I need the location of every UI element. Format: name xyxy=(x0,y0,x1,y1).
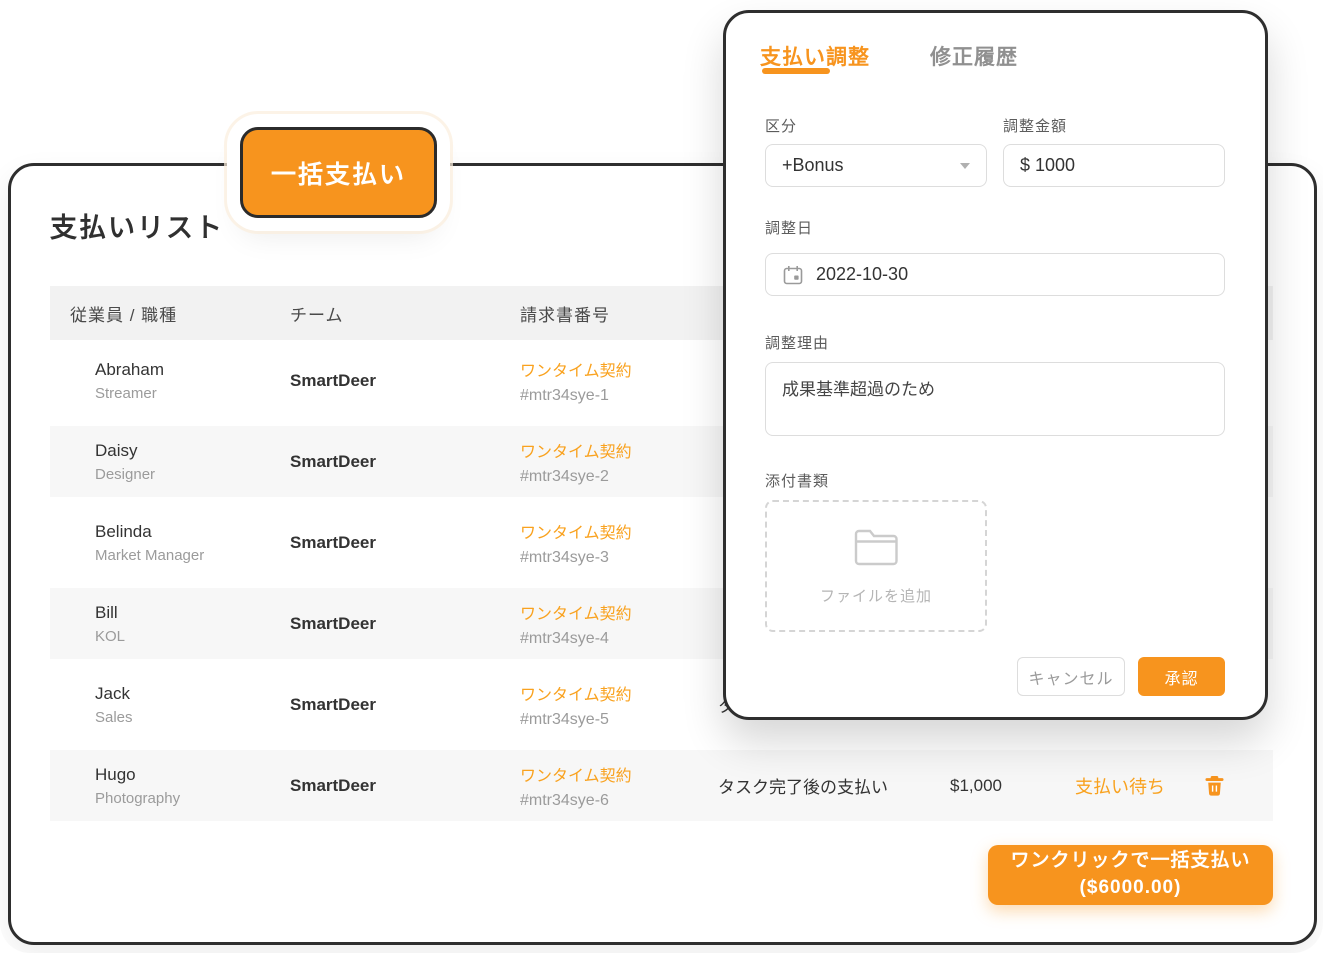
team-cell: SmartDeer xyxy=(290,452,520,472)
employee-role: Streamer xyxy=(95,385,290,402)
employee-name: Belinda xyxy=(95,522,290,542)
status-badge: 支払い待ち xyxy=(1075,773,1205,799)
employee-cell: Bill KOL xyxy=(70,603,290,645)
category-value: +Bonus xyxy=(782,155,844,176)
invoice-number: #mtr34sye-1 xyxy=(520,387,718,405)
employee-name: Daisy xyxy=(95,441,290,461)
contract-type: ワンタイム契約 xyxy=(520,681,718,705)
row-action xyxy=(1205,775,1273,796)
date-input[interactable]: 2022-10-30 xyxy=(765,253,1225,296)
employee-role: Market Manager xyxy=(95,547,290,564)
invoice-number: #mtr34sye-4 xyxy=(520,630,718,648)
contract-type: ワンタイム契約 xyxy=(520,357,718,381)
trash-icon[interactable] xyxy=(1205,775,1224,796)
pay-method-cell: タスク完了後の支払い xyxy=(718,773,950,798)
approve-button[interactable]: 承認 xyxy=(1138,657,1225,696)
team-cell: SmartDeer xyxy=(290,533,520,553)
employee-name: Bill xyxy=(95,603,290,623)
employee-cell: Daisy Designer xyxy=(70,441,290,483)
date-label: 調整日 xyxy=(765,217,813,238)
calendar-icon xyxy=(782,264,804,286)
date-value: 2022-10-30 xyxy=(816,264,908,285)
employee-cell: Belinda Market Manager xyxy=(70,522,290,564)
tab-payment-adjust[interactable]: 支払い調整 xyxy=(760,41,870,71)
cancel-button[interactable]: キャンセル xyxy=(1017,657,1125,696)
amount-value: $ 1000 xyxy=(1020,155,1075,176)
team-cell: SmartDeer xyxy=(290,614,520,634)
contract-type: ワンタイム契約 xyxy=(520,762,718,786)
batch-pay-button[interactable]: 一括支払い xyxy=(240,127,437,218)
payment-adjust-modal: 支払い調整 修正履歴 区分 調整金額 +Bonus $ 1000 調整日 202… xyxy=(723,10,1268,720)
contract-type: ワンタイム契約 xyxy=(520,600,718,624)
pay-all-button[interactable]: ワンクリックで一括支払い ($6000.00) xyxy=(988,845,1273,905)
employee-role: Sales xyxy=(95,709,290,726)
team-cell: SmartDeer xyxy=(290,371,520,391)
tab-revision-history[interactable]: 修正履歴 xyxy=(930,41,1018,71)
reason-value: 成果基準超過のため xyxy=(782,375,935,400)
chevron-down-icon xyxy=(960,163,970,169)
employee-role: KOL xyxy=(95,628,290,645)
pay-all-line2: ($6000.00) xyxy=(1080,875,1182,902)
batch-pay-label: 一括支払い xyxy=(271,155,406,191)
invoice-cell: ワンタイム契約 #mtr34sye-4 xyxy=(520,600,718,648)
employee-name: Abraham xyxy=(95,360,290,380)
invoice-number: #mtr34sye-5 xyxy=(520,711,718,729)
invoice-cell: ワンタイム契約 #mtr34sye-3 xyxy=(520,519,718,567)
reason-label: 調整理由 xyxy=(765,332,829,353)
col-team: チーム xyxy=(290,301,520,326)
employee-cell: Jack Sales xyxy=(70,684,290,726)
employee-cell: Abraham Streamer xyxy=(70,360,290,402)
reason-textarea[interactable]: 成果基準超過のため xyxy=(765,362,1225,436)
table-row: Hugo Photography SmartDeer ワンタイム契約 #mtr3… xyxy=(50,745,1273,826)
invoice-number: #mtr34sye-3 xyxy=(520,549,718,567)
page: 支払いリスト 従業員 / 職種 チーム 請求書番号 Abraham Stream… xyxy=(0,0,1323,953)
invoice-cell: ワンタイム契約 #mtr34sye-6 xyxy=(520,762,718,810)
amount-cell: $1,000 xyxy=(950,776,1075,796)
employee-name: Jack xyxy=(95,684,290,704)
team-cell: SmartDeer xyxy=(290,695,520,715)
category-label: 区分 xyxy=(765,115,797,136)
invoice-number: #mtr34sye-2 xyxy=(520,468,718,486)
attachment-label: 添付書類 xyxy=(765,470,829,491)
folder-icon xyxy=(852,526,900,573)
page-title: 支払いリスト xyxy=(50,206,224,245)
invoice-cell: ワンタイム契約 #mtr34sye-1 xyxy=(520,357,718,405)
category-select[interactable]: +Bonus xyxy=(765,144,987,187)
col-employee: 従業員 / 職種 xyxy=(70,301,290,326)
upload-label: ファイルを追加 xyxy=(820,585,932,606)
contract-type: ワンタイム契約 xyxy=(520,519,718,543)
amount-label: 調整金額 xyxy=(1003,115,1067,136)
file-upload-dropzone[interactable]: ファイルを追加 xyxy=(765,500,987,632)
employee-role: Photography xyxy=(95,790,290,807)
col-invoice: 請求書番号 xyxy=(520,301,718,326)
team-cell: SmartDeer xyxy=(290,776,520,796)
pay-all-line1: ワンクリックで一括支払い xyxy=(1010,848,1250,875)
contract-type: ワンタイム契約 xyxy=(520,438,718,462)
employee-role: Designer xyxy=(95,466,290,483)
employee-cell: Hugo Photography xyxy=(70,765,290,807)
amount-input[interactable]: $ 1000 xyxy=(1003,144,1225,187)
invoice-number: #mtr34sye-6 xyxy=(520,792,718,810)
invoice-cell: ワンタイム契約 #mtr34sye-5 xyxy=(520,681,718,729)
active-tab-underline xyxy=(762,68,830,74)
employee-name: Hugo xyxy=(95,765,290,785)
invoice-cell: ワンタイム契約 #mtr34sye-2 xyxy=(520,438,718,486)
